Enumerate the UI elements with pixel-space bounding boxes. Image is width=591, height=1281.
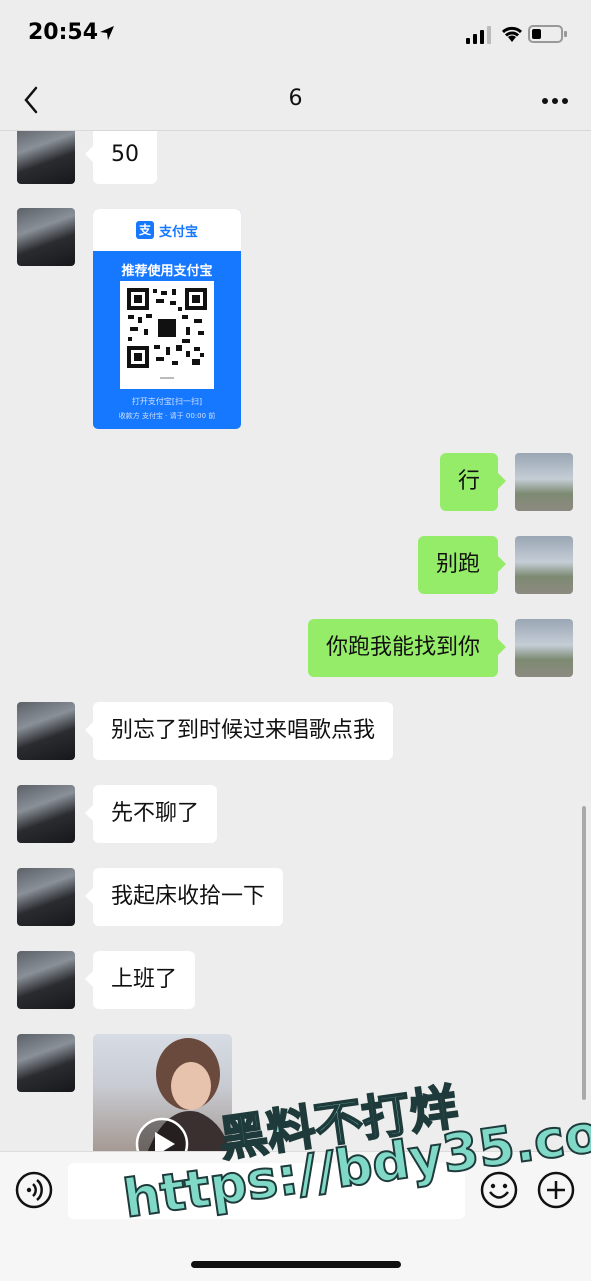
my-avatar[interactable]	[515, 536, 573, 594]
my-avatar[interactable]	[515, 453, 573, 511]
message-list[interactable]: 50 支 支付宝 推荐使用支付宝 打开支付宝[扫一扫] 收款方 支付宝 · 请于…	[0, 131, 591, 1151]
contact-avatar[interactable]	[17, 208, 75, 266]
battery-icon	[528, 25, 567, 43]
wifi-icon	[501, 26, 523, 42]
alipay-footnote: 收款方 支付宝 · 请于 00:00 前	[118, 412, 216, 420]
status-bar: 20:54	[0, 0, 591, 70]
more-options-icon[interactable]	[541, 97, 569, 105]
emoji-icon[interactable]	[480, 1171, 518, 1209]
cellular-signal-icon	[466, 26, 491, 44]
home-indicator	[191, 1261, 401, 1268]
message-received[interactable]: 我起床收拾一下	[84, 868, 284, 926]
contact-avatar[interactable]	[17, 131, 75, 184]
add-more-icon[interactable]	[537, 1171, 575, 1209]
video-message[interactable]	[93, 1034, 232, 1151]
status-time: 20:54	[28, 20, 99, 45]
message-sent[interactable]: 别跑	[417, 536, 507, 594]
input-bar	[0, 1151, 591, 1281]
chat-header: 6	[0, 70, 591, 131]
contact-avatar[interactable]	[17, 785, 75, 843]
video-thumbnail	[135, 1038, 230, 1151]
message-received[interactable]: 先不聊了	[84, 785, 218, 843]
message-received[interactable]: 别忘了到时候过来唱歌点我	[84, 702, 394, 760]
message-input[interactable]	[68, 1163, 465, 1219]
chat-title: 6	[288, 86, 303, 111]
qr-code	[120, 281, 214, 389]
alipay-qr-card[interactable]: 支 支付宝 推荐使用支付宝 打开支付宝[扫一扫] 收款方 支付宝 · 请于 00…	[93, 209, 241, 429]
message-sent[interactable]: 你跑我能找到你	[307, 619, 507, 677]
scrollbar[interactable]	[582, 806, 586, 1100]
contact-avatar[interactable]	[17, 868, 75, 926]
contact-avatar[interactable]	[17, 951, 75, 1009]
alipay-logo: 支 支付宝	[93, 209, 241, 251]
my-avatar[interactable]	[515, 619, 573, 677]
contact-avatar[interactable]	[17, 1034, 75, 1092]
message-sent[interactable]: 行	[439, 453, 507, 511]
alipay-scan-hint: 打开支付宝[扫一扫]	[131, 397, 203, 406]
contact-avatar[interactable]	[17, 702, 75, 760]
voice-input-icon[interactable]	[15, 1171, 53, 1209]
location-arrow-icon	[100, 26, 114, 40]
alipay-brand: 支付宝	[158, 224, 198, 240]
alipay-logo-mark: 支	[135, 221, 154, 239]
alipay-headline: 推荐使用支付宝	[121, 264, 213, 279]
message-received[interactable]: 50	[85, 131, 157, 184]
message-received[interactable]: 上班了	[84, 951, 196, 1009]
